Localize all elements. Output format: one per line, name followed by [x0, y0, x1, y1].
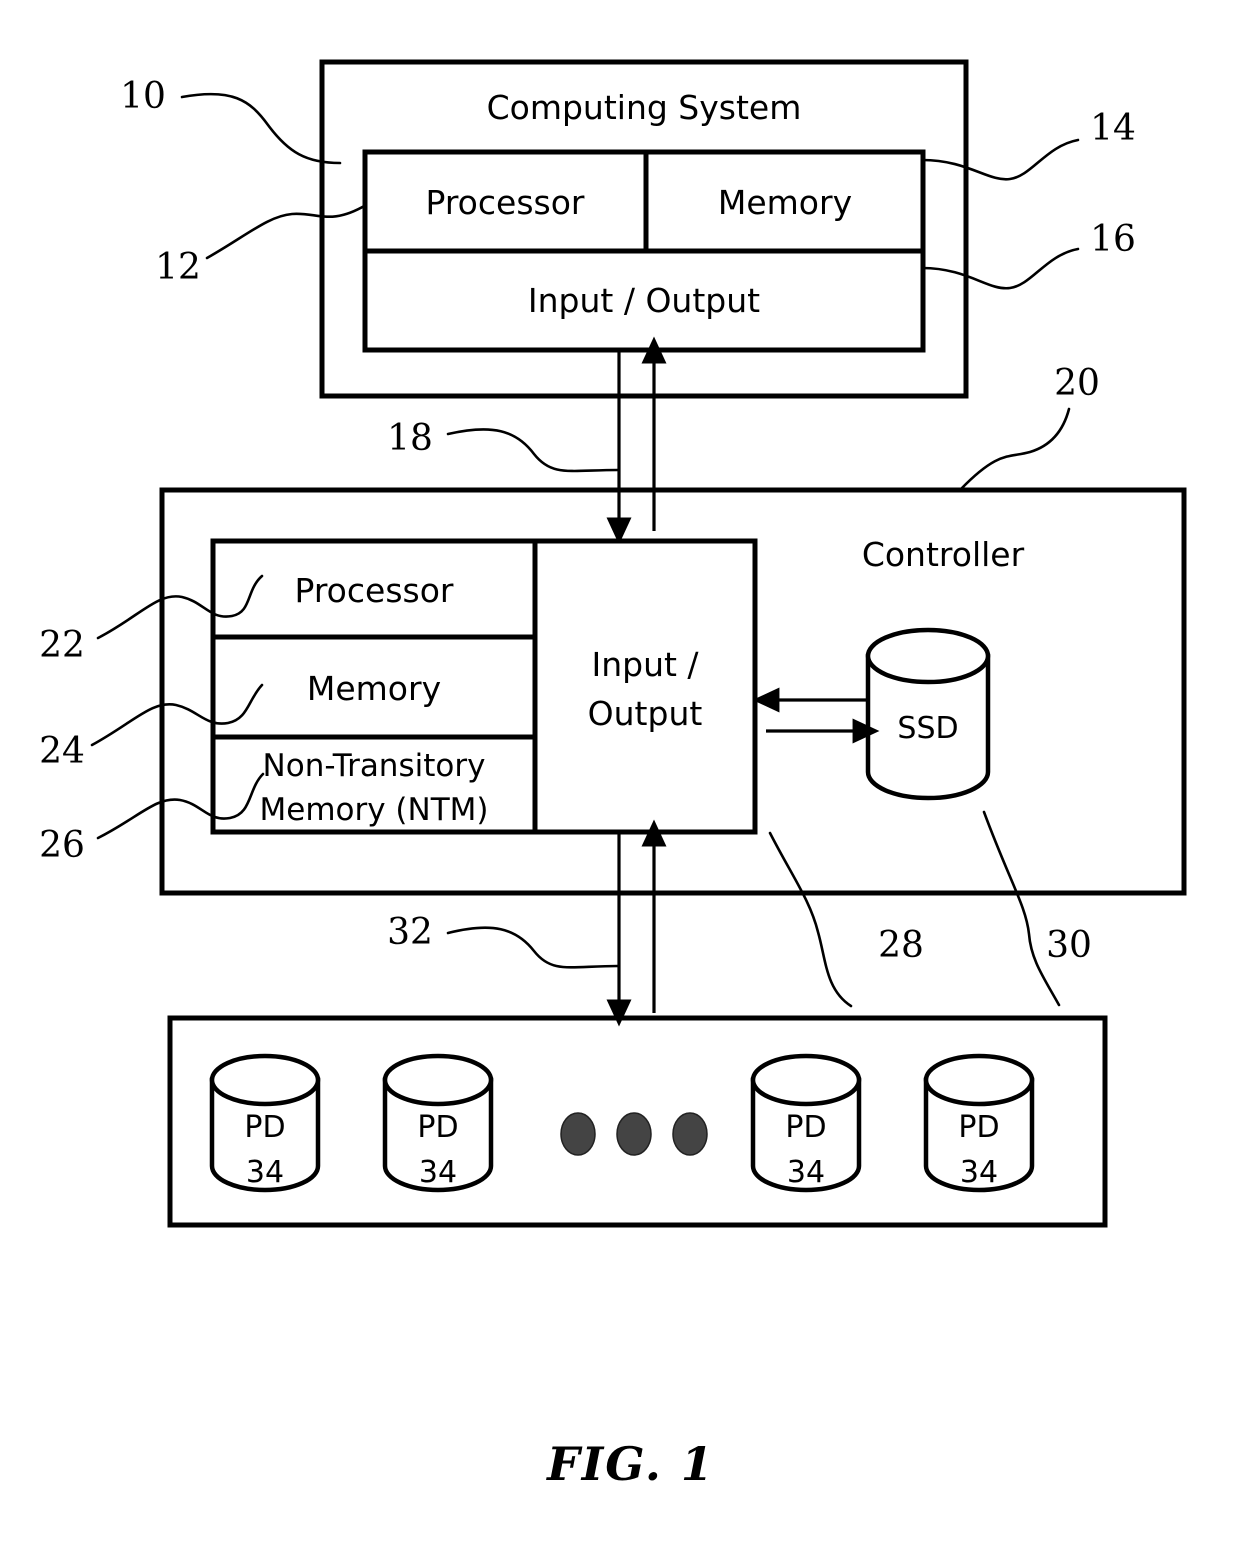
disk-1: PD 34 [209, 1053, 321, 1193]
disk-3-label: PD [785, 1110, 826, 1145]
ctrl-ntm-label-line1: Non-Transitory [263, 748, 486, 784]
ssd-top-ellipse [865, 627, 991, 685]
leader-28 [768, 831, 853, 1008]
cs-processor-label: Processor [426, 183, 585, 222]
leader-12 [205, 203, 368, 260]
ctrl-memory-label: Memory [307, 669, 441, 708]
disk-4-label: PD [958, 1110, 999, 1145]
ref-30: 30 [1046, 925, 1092, 966]
disk-2-ref: 34 [419, 1155, 457, 1190]
disk-4: PD 34 [923, 1053, 1035, 1193]
cs-memory-label: Memory [718, 183, 852, 222]
computing-system-group: Computing System Processor Memory Input … [319, 59, 969, 399]
ssd-cylinder: SSD [865, 627, 991, 801]
ref-32: 32 [387, 912, 433, 953]
controller-title: Controller [862, 535, 1025, 574]
cs-io-label: Input / Output [528, 281, 760, 320]
ref-28: 28 [878, 925, 924, 966]
disk-4-ref: 34 [960, 1155, 998, 1190]
ellipsis-dot-2 [616, 1112, 652, 1156]
leader-18 [446, 428, 620, 473]
ref-24: 24 [39, 731, 85, 772]
disk-2: PD 34 [382, 1053, 494, 1193]
ref-26: 26 [39, 825, 85, 866]
ref-16: 16 [1090, 219, 1136, 260]
leader-10 [180, 92, 342, 165]
bottom-bus-group: 32 [387, 819, 667, 1027]
disk-3: PD 34 [750, 1053, 862, 1193]
disk-1-ref: 34 [246, 1155, 284, 1190]
ctrl-processor-label: Processor [295, 571, 454, 610]
ref-18: 18 [387, 418, 433, 459]
leader-16 [920, 247, 1080, 290]
patent-figure-1: Computing System Processor Memory Input … [0, 0, 1240, 1541]
controller-group: Controller Processor Memory Non-Transito… [159, 487, 1187, 896]
disk-2-label: PD [417, 1110, 458, 1145]
leader-14 [920, 138, 1080, 181]
ellipsis-dot-1 [560, 1112, 596, 1156]
disk-array-group: PD 34 PD 34 PD 34 PD 34 [167, 1015, 1108, 1228]
ellipsis-dot-3 [672, 1112, 708, 1156]
computing-system-title: Computing System [487, 88, 802, 127]
disk-3-top-ellipse [750, 1053, 862, 1107]
ctrl-io-label-line2: Output [588, 694, 703, 733]
ref-12: 12 [155, 247, 201, 288]
ctrl-ntm-label-line2: Memory (NTM) [260, 792, 489, 828]
disk-4-top-ellipse [923, 1053, 1035, 1107]
leader-32 [446, 926, 620, 969]
ref-20: 20 [1054, 363, 1100, 404]
ctrl-io-label-line1: Input / [591, 645, 699, 684]
ref-10: 10 [120, 76, 166, 117]
disk-3-ref: 34 [787, 1155, 825, 1190]
ref-14: 14 [1090, 108, 1136, 149]
ssd-label: SSD [897, 711, 958, 746]
disk-1-label: PD [244, 1110, 285, 1145]
leader-30 [982, 810, 1061, 1007]
disk-array-ellipsis [560, 1112, 708, 1156]
leader-20 [959, 407, 1071, 491]
ref-22: 22 [39, 625, 85, 666]
figure-caption: FIG. 1 [545, 1437, 715, 1491]
disk-1-top-ellipse [209, 1053, 321, 1107]
disk-2-top-ellipse [382, 1053, 494, 1107]
top-bus-group: 18 [387, 336, 667, 545]
